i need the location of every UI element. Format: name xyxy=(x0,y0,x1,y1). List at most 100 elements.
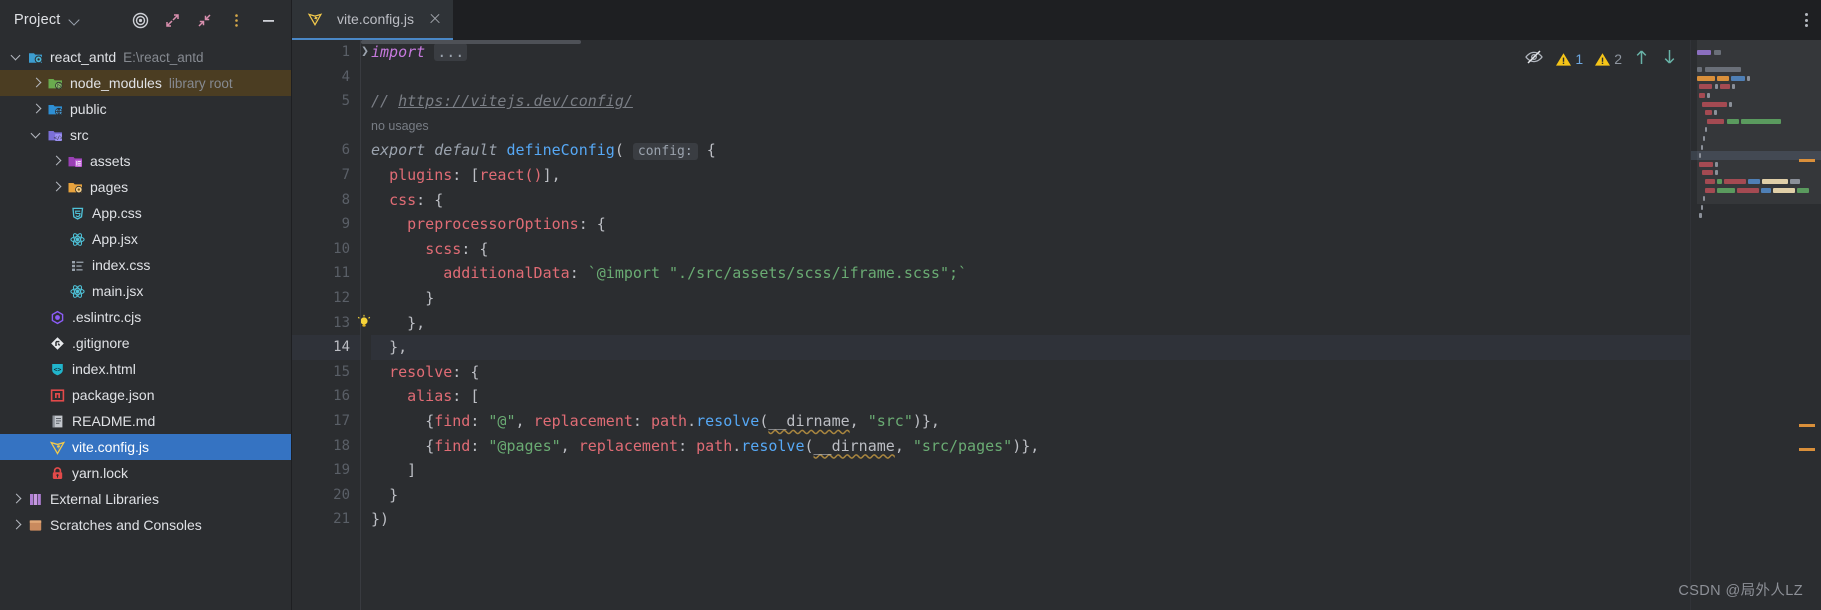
line-number-gutter: 1 ❯ 4 5 6 7 8 9 10 11 12 13 14 15 16 17 … xyxy=(292,40,371,610)
token-comment-url[interactable]: https://vitejs.dev/config/ xyxy=(398,92,633,110)
chevron-right-icon[interactable] xyxy=(50,154,64,168)
chevron-down-icon[interactable] xyxy=(30,128,44,142)
tree-node-package-json[interactable]: package.json xyxy=(0,382,291,408)
chevron-down-icon[interactable] xyxy=(10,50,24,64)
line-number: 11 xyxy=(333,265,350,282)
minimap-line xyxy=(1697,177,1821,186)
editor-more-options-icon[interactable] xyxy=(1791,0,1821,40)
token-find: find xyxy=(434,411,471,430)
token-plugins: plugins xyxy=(389,165,453,184)
chevron-right-icon[interactable] xyxy=(30,76,44,90)
editor-body: 1 ❯ 4 5 6 7 8 9 10 11 12 13 14 15 16 17 … xyxy=(292,40,1821,610)
tree-node-readme[interactable]: README.md xyxy=(0,408,291,434)
folded-imports[interactable]: ... xyxy=(434,43,468,61)
collapse-all-icon[interactable] xyxy=(191,7,217,33)
code-line-13: }, xyxy=(407,313,426,332)
hide-panel-icon[interactable] xyxy=(255,7,281,33)
token-default: default xyxy=(434,141,498,160)
tree-node-main-jsx[interactable]: main.jsx xyxy=(0,278,291,304)
code-line-16: alias: [ xyxy=(407,387,480,406)
tree-node-index-html[interactable]: <> index.html xyxy=(0,356,291,382)
editor-minimap[interactable] xyxy=(1690,40,1821,610)
token-import: import xyxy=(371,43,426,61)
line-number: 21 xyxy=(333,511,350,528)
more-options-icon[interactable] xyxy=(223,7,249,33)
git-file-icon xyxy=(48,334,66,352)
minimap-warning-marker[interactable] xyxy=(1799,448,1815,451)
line-number-text: 13 xyxy=(333,314,350,331)
inlay-hint-config-param[interactable]: config: xyxy=(632,143,698,161)
next-problem-icon[interactable] xyxy=(1661,48,1678,70)
tree-node-gitignore[interactable]: .gitignore xyxy=(0,330,291,356)
minimap-line xyxy=(1697,134,1821,143)
minimap-line xyxy=(1697,108,1821,117)
project-panel-header: Project xyxy=(0,0,291,40)
tree-node-app-jsx[interactable]: App.jsx xyxy=(0,226,291,252)
watermark-text: CSDN @局外人LZ xyxy=(1678,583,1803,599)
line-number: 9 xyxy=(341,216,350,233)
svg-text:JS: JS xyxy=(55,83,61,89)
token-close-all: }) xyxy=(371,510,390,529)
line-number: 6 xyxy=(341,142,350,159)
tree-node-node_modules[interactable]: JS node_modules library root xyxy=(0,70,291,96)
line-number-blank xyxy=(292,114,360,139)
scratches-icon xyxy=(26,516,44,534)
react-file-icon xyxy=(68,230,86,248)
line-number: 5 xyxy=(341,93,350,110)
project-panel-title[interactable]: Project xyxy=(14,12,61,28)
chevron-right-icon[interactable] xyxy=(10,518,24,532)
tab-vite-config-js[interactable]: vite.config.js xyxy=(292,0,454,40)
minimap-warning-marker[interactable] xyxy=(1799,424,1815,427)
eslint-file-icon xyxy=(48,308,66,326)
tree-node-eslintrc[interactable]: .eslintrc.cjs xyxy=(0,304,291,330)
tree-node-scratches[interactable]: Scratches and Consoles xyxy=(0,512,291,538)
horizontal-scrollbar[interactable] xyxy=(361,40,581,44)
close-icon[interactable] xyxy=(427,11,443,27)
token-at-alias: "@" xyxy=(488,411,516,430)
lock-file-icon xyxy=(48,464,66,482)
tree-node-index-css[interactable]: index.css xyxy=(0,252,291,278)
minimap-line xyxy=(1697,211,1821,220)
hide-inspections-icon[interactable] xyxy=(1524,47,1544,71)
token-scss-import-string: `@import "./src/assets/scss/iframe.scss"… xyxy=(587,264,968,283)
tree-node-vite-config[interactable]: vite.config.js xyxy=(0,434,291,460)
chevron-right-icon[interactable] xyxy=(10,492,24,506)
tree-node-src[interactable]: </> src xyxy=(0,122,291,148)
line-number: 7 xyxy=(341,166,350,183)
tree-node-label: node_modules xyxy=(70,75,162,91)
editor-area: vite.config.js 1 ❯ 4 5 6 7 8 9 10 11 12 … xyxy=(292,0,1821,610)
tree-node-app-css[interactable]: App.css xyxy=(0,200,291,226)
token-resolve-fn: resolve xyxy=(696,411,760,430)
target-icon[interactable] xyxy=(127,7,153,33)
chevron-right-icon[interactable] xyxy=(50,180,64,194)
chevron-down-icon[interactable] xyxy=(69,14,81,26)
minimap-line xyxy=(1697,117,1821,126)
previous-problem-icon[interactable] xyxy=(1633,48,1650,70)
react-file-icon xyxy=(68,282,86,300)
tree-node-external-libraries[interactable]: External Libraries xyxy=(0,486,291,512)
svg-text:<>: <> xyxy=(53,365,61,373)
warning-count-2[interactable]: 2 xyxy=(1594,51,1622,68)
tree-node-react_antd[interactable]: react_antd E:\react_antd xyxy=(0,44,291,70)
inlay-hint-no-usages[interactable]: no usages xyxy=(371,114,1690,139)
code-editor-text[interactable]: 1 2 import ... // https://vitejs.dev/con… xyxy=(360,40,1690,610)
code-line-5: // https://vitejs.dev/config/ xyxy=(371,89,1690,114)
tree-node-assets[interactable]: assets xyxy=(0,148,291,174)
vite-file-icon xyxy=(306,10,324,28)
tree-node-label: react_antd xyxy=(50,49,117,65)
minimap-content xyxy=(1691,40,1821,220)
project-tree[interactable]: react_antd E:\react_antd JS node_modules… xyxy=(0,40,291,610)
chevron-right-icon[interactable] xyxy=(30,102,44,116)
tree-node-pages[interactable]: pages xyxy=(0,174,291,200)
tree-node-label: src xyxy=(70,127,89,143)
token-resolve-fn: resolve xyxy=(741,436,805,455)
minimap-warning-marker[interactable] xyxy=(1799,159,1815,162)
tree-node-yarn-lock[interactable]: yarn.lock xyxy=(0,460,291,486)
code-line-18: {find: "@pages", replacement: path.resol… xyxy=(425,436,1040,455)
tree-node-public[interactable]: public xyxy=(0,96,291,122)
expand-all-icon[interactable] xyxy=(159,7,185,33)
project-root-icon xyxy=(26,48,44,66)
warning-count-1[interactable]: 1 xyxy=(1555,51,1583,68)
warning-triangle-icon xyxy=(1556,52,1572,66)
web-folder-icon xyxy=(46,100,64,118)
